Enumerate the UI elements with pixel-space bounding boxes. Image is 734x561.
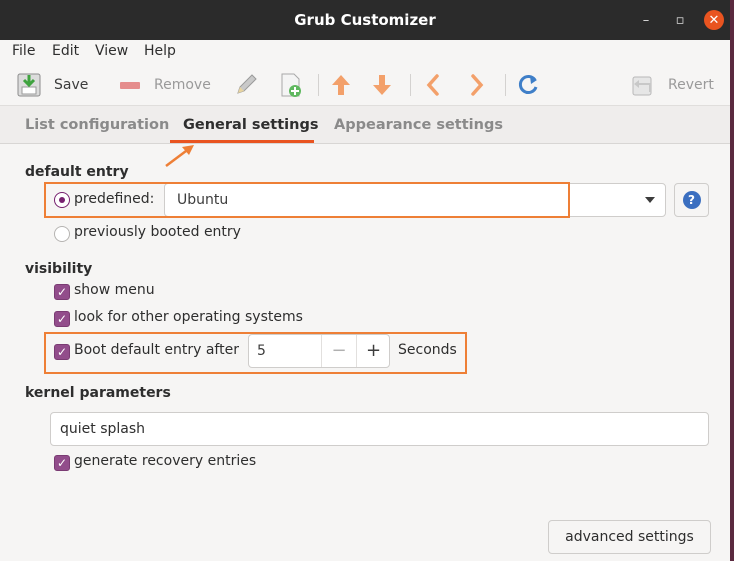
toolbar-separator (318, 74, 319, 96)
toolbar: Save Remove Revert (0, 64, 730, 106)
annotation-arrow (165, 145, 194, 167)
visibility-heading: visibility (25, 261, 93, 277)
look-for-os-label: look for other operating systems (74, 309, 303, 325)
previously-booted-label: previously booted entry (74, 224, 241, 240)
remove-label: Remove (154, 77, 211, 93)
maximize-button[interactable]: ▫ (670, 10, 690, 30)
window-title: Grub Customizer (294, 11, 436, 29)
revert-icon (632, 76, 652, 96)
chevron-down-icon (645, 197, 655, 203)
menu-help[interactable]: Help (144, 43, 176, 59)
move-left-button[interactable] (424, 72, 442, 98)
title-bar[interactable]: Grub Customizer – ▫ ✕ (0, 0, 730, 40)
remove-button[interactable]: Remove (118, 72, 211, 98)
save-label: Save (54, 77, 89, 93)
menu-bar: File Edit View Help (0, 40, 730, 64)
move-up-button[interactable] (330, 72, 352, 98)
edit-button[interactable] (233, 72, 259, 98)
recovery-entries-checkbox[interactable]: ✓ (54, 455, 70, 471)
toolbar-separator (410, 74, 411, 96)
tab-general-settings[interactable]: General settings (183, 117, 318, 133)
help-icon: ? (682, 191, 701, 209)
new-entry-button[interactable] (278, 72, 304, 98)
minimize-button[interactable]: – (636, 10, 656, 30)
new-entry-icon (281, 73, 301, 97)
save-button[interactable]: Save (16, 72, 88, 98)
refresh-button[interactable] (516, 72, 540, 98)
revert-button[interactable]: Revert (630, 72, 714, 98)
help-button[interactable]: ? (674, 183, 709, 217)
save-icon (17, 73, 41, 97)
tab-appearance-settings[interactable]: Appearance settings (334, 117, 503, 133)
pencil-icon (237, 74, 257, 94)
move-down-button[interactable] (371, 72, 393, 98)
toolbar-separator (505, 74, 506, 96)
menu-edit[interactable]: Edit (52, 43, 79, 59)
advanced-settings-button[interactable]: advanced settings (548, 520, 711, 554)
recovery-entries-label: generate recovery entries (74, 453, 257, 469)
remove-icon (120, 82, 140, 89)
default-entry-heading: default entry (25, 164, 129, 180)
kernel-parameters-heading: kernel parameters (25, 385, 171, 401)
menu-file[interactable]: File (12, 43, 35, 59)
kernel-parameters-value[interactable]: quiet splash (60, 421, 145, 437)
tab-bar: List configuration General settings Appe… (0, 106, 730, 144)
refresh-icon (518, 75, 538, 94)
chevron-left-icon (426, 74, 439, 96)
kernel-parameters-input[interactable]: quiet splash (50, 412, 709, 446)
previously-booted-radio[interactable] (54, 226, 70, 242)
arrow-up-icon (332, 75, 350, 95)
highlight-box (44, 332, 467, 374)
show-menu-checkbox[interactable]: ✓ (54, 284, 70, 300)
menu-view[interactable]: View (95, 43, 128, 59)
show-menu-label: show menu (74, 282, 155, 298)
app-window: Grub Customizer – ▫ ✕ File Edit View Hel… (0, 0, 730, 561)
close-button[interactable]: ✕ (704, 10, 724, 30)
chevron-right-icon (471, 74, 484, 96)
tab-list-configuration[interactable]: List configuration (25, 117, 169, 133)
arrow-down-icon (373, 75, 391, 95)
revert-label: Revert (668, 77, 714, 93)
move-right-button[interactable] (468, 72, 486, 98)
look-for-os-checkbox[interactable]: ✓ (54, 311, 70, 327)
highlight-box (44, 182, 570, 218)
